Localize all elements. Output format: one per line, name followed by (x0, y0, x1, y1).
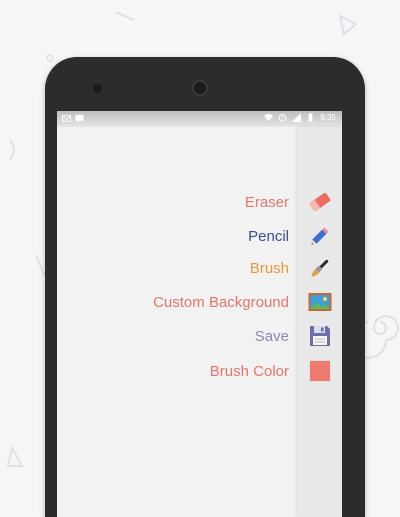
menu-item-brush-color[interactable]: Brush Color (57, 356, 342, 386)
menu-item-save[interactable]: Save (57, 321, 342, 351)
image-icon (307, 289, 333, 315)
menu-item-pencil[interactable]: Pencil (57, 221, 342, 251)
eraser-icon (307, 189, 333, 215)
brush-color-swatch (310, 361, 330, 381)
menu-label-pencil: Pencil (248, 227, 289, 245)
front-camera (192, 80, 208, 96)
alarm-icon (279, 114, 287, 122)
menu-item-custom-background[interactable]: Custom Background (57, 287, 342, 317)
menu-item-brush[interactable]: Brush (57, 253, 342, 283)
floppy-disk-icon (307, 323, 333, 349)
menu-label-brush-color: Brush Color (209, 362, 289, 380)
menu-label-eraser: Eraser (244, 193, 289, 211)
brush-icon (307, 255, 333, 281)
menu-label-brush: Brush (249, 259, 289, 277)
pencil-icon (307, 223, 333, 249)
color-swatch-icon (307, 358, 333, 384)
signal-icon (292, 113, 302, 122)
screen: 9:35 Eraser Pencil Brush Custom Backgrou… (57, 111, 342, 517)
status-bar: 9:35 (57, 111, 342, 127)
earpiece (93, 84, 102, 93)
wifi-icon (264, 113, 274, 122)
message-icon (75, 114, 84, 123)
status-time: 9:35 (320, 113, 336, 122)
menu-label-save: Save (254, 327, 289, 345)
battery-icon (309, 113, 313, 122)
phone-frame: 9:35 Eraser Pencil Brush Custom Backgrou… (45, 57, 365, 517)
menu-label-custom-background: Custom Background (153, 293, 289, 311)
mail-icon (62, 115, 71, 122)
menu-item-eraser[interactable]: Eraser (57, 187, 342, 217)
